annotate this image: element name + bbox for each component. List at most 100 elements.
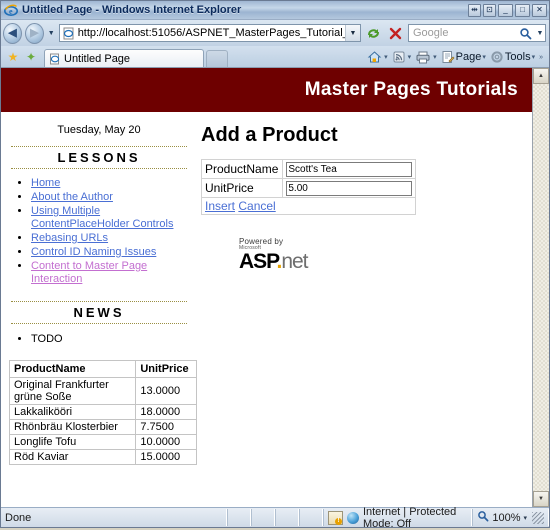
- unitprice-input[interactable]: [286, 181, 413, 196]
- status-text: Done: [1, 509, 227, 526]
- protected-mode-icon: [327, 510, 343, 525]
- site-title: Master Pages Tutorials: [304, 79, 518, 100]
- table-header-row: ProductName UnitPrice: [8, 360, 197, 378]
- browser-window: e Untitled Page - Windows Internet Explo…: [0, 0, 550, 530]
- printer-dropdown-icon[interactable]: ▾: [432, 53, 440, 61]
- resize-grip[interactable]: [532, 511, 545, 524]
- cell-unitprice: 15.0000: [135, 449, 197, 465]
- cell-unitprice: 13.0000: [135, 377, 197, 405]
- zoom-control[interactable]: 100% ▾: [472, 509, 550, 526]
- sidebar-item-home[interactable]: Home: [31, 177, 60, 189]
- table-row: Rhönbräu Klosterbier 7.7500: [8, 419, 197, 435]
- search-icon[interactable]: [517, 27, 535, 40]
- logo-aspnet-text: ASP.net: [239, 251, 532, 272]
- sidebar-item-about-the-author[interactable]: About the Author: [31, 191, 113, 203]
- logo-net-text: net: [281, 250, 308, 273]
- history-dropdown-icon[interactable]: ▼: [47, 30, 56, 37]
- security-zone[interactable]: Internet | Protected Mode: Off: [322, 506, 473, 530]
- sidebar-item-using-multiple-contentplaceholder-controls[interactable]: Using Multiple ContentPlaceHolder Contro…: [31, 205, 173, 230]
- column-header-unitprice: UnitPrice: [135, 360, 197, 378]
- close-button[interactable]: ✕: [532, 3, 547, 17]
- table-row: Original Frankfurter grüne Soße 13.0000: [8, 377, 197, 405]
- sidebar: Tuesday, May 20 LESSONS Home About the A…: [1, 112, 197, 465]
- restore-group-button[interactable]: ⇹: [468, 3, 481, 17]
- internet-explorer-icon: e: [4, 3, 18, 17]
- home-dropdown-icon[interactable]: ▾: [383, 53, 391, 61]
- search-box[interactable]: Google ▼: [407, 24, 546, 42]
- status-slot-3: [274, 509, 299, 526]
- search-input[interactable]: Google: [409, 27, 517, 39]
- list-item: Using Multiple ContentPlaceHolder Contro…: [31, 205, 197, 231]
- gear-icon[interactable]: [489, 50, 505, 64]
- label-productname: ProductName: [200, 159, 284, 179]
- current-date: Tuesday, May 20: [57, 124, 141, 136]
- status-slot-4: [298, 509, 323, 526]
- list-item: Control ID Naming Issues: [31, 246, 197, 259]
- tools-menu-label[interactable]: Tools: [505, 51, 531, 63]
- cell-unitprice: 18.0000: [135, 404, 197, 420]
- table-row: Röd Kaviar 15.0000: [8, 449, 197, 465]
- cell-productname: Röd Kaviar: [8, 449, 137, 465]
- security-zone-label: Internet | Protected Mode: Off: [362, 505, 457, 530]
- favorites-center-icon[interactable]: ★: [4, 47, 22, 67]
- internet-zone-icon: [346, 511, 359, 524]
- page-scrollbar[interactable]: ▲ ▼: [532, 68, 549, 507]
- form-row-unitprice: UnitPrice: [200, 178, 417, 198]
- main-content: Add a Product ProductName UnitPrice: [197, 112, 532, 272]
- page-dropdown-icon[interactable]: ▾: [481, 53, 489, 61]
- cell-unitprice: 7.7500: [135, 419, 197, 435]
- add-to-favorites-icon[interactable]: ✦: [22, 47, 40, 67]
- productname-input[interactable]: [286, 162, 413, 177]
- field-productname-cell: [282, 159, 417, 179]
- rss-icon[interactable]: [391, 50, 407, 64]
- cell-unitprice: 10.0000: [135, 434, 197, 450]
- tools-dropdown-icon[interactable]: ▾: [531, 53, 539, 61]
- status-bar: Done Internet | Protected Mode: Off 100%…: [1, 506, 550, 530]
- page-icon: [62, 27, 75, 40]
- logo-powered-by-text: Powered by: [239, 237, 284, 246]
- insert-link[interactable]: Insert: [205, 199, 235, 213]
- home-icon[interactable]: [366, 50, 383, 64]
- address-input[interactable]: http://localhost:51056/ASPNET_MasterPage…: [58, 24, 361, 42]
- restore-button[interactable]: ⊡: [483, 3, 496, 17]
- status-slot-2: [250, 509, 275, 526]
- page-title: Add a Product: [201, 124, 338, 146]
- list-item: About the Author: [31, 191, 197, 204]
- sidebar-item-content-to-master-page-interaction[interactable]: Content to Master Page Interaction: [31, 260, 147, 285]
- forward-button[interactable]: ▶: [24, 22, 44, 44]
- command-bar: ▾ ▾ ▾ Page ▾ Tools ▾ »: [366, 47, 549, 67]
- stop-button[interactable]: [386, 24, 405, 43]
- address-dropdown-icon[interactable]: ▼: [344, 25, 360, 41]
- refresh-button[interactable]: [364, 24, 383, 43]
- page-viewport: Master Pages Tutorials Tuesday, May 20 L…: [1, 67, 549, 507]
- maximize-button[interactable]: □: [515, 3, 530, 17]
- form-actions: Insert Cancel: [200, 197, 417, 215]
- sidebar-item-control-id-naming-issues[interactable]: Control ID Naming Issues: [31, 246, 156, 258]
- form-row-actions: Insert Cancel: [200, 197, 417, 215]
- news-heading: NEWS: [11, 301, 187, 324]
- form-row-productname: ProductName: [200, 159, 417, 179]
- products-grid-head: ProductName UnitPrice: [8, 360, 197, 378]
- window-title: Untitled Page - Windows Internet Explore…: [22, 4, 242, 16]
- new-tab-button[interactable]: [206, 50, 228, 67]
- list-item: Home: [31, 177, 197, 190]
- browser-tab[interactable]: Untitled Page: [44, 49, 204, 67]
- page-columns: Tuesday, May 20 LESSONS Home About the A…: [1, 112, 532, 465]
- products-grid-wrapper: ProductName UnitPrice Original Frankfurt…: [8, 360, 197, 465]
- command-overflow-icon[interactable]: »: [538, 54, 546, 61]
- cancel-link[interactable]: Cancel: [238, 199, 275, 213]
- products-grid: ProductName UnitPrice Original Frankfurt…: [8, 360, 197, 465]
- scroll-down-button[interactable]: ▼: [533, 491, 549, 507]
- back-button[interactable]: ◀: [3, 22, 22, 44]
- page-menu-label[interactable]: Page: [456, 51, 482, 63]
- news-list: TODO: [1, 332, 197, 346]
- search-dropdown-icon[interactable]: ▼: [535, 30, 545, 37]
- page-tools-icon[interactable]: [440, 50, 456, 64]
- zoom-dropdown-icon[interactable]: ▾: [524, 514, 528, 522]
- minimize-button[interactable]: _: [498, 3, 513, 17]
- sidebar-item-rebasing-urls[interactable]: Rebasing URLs: [31, 232, 108, 244]
- scroll-up-button[interactable]: ▲: [533, 68, 549, 84]
- rss-dropdown-icon[interactable]: ▾: [407, 53, 415, 61]
- printer-icon[interactable]: [414, 50, 432, 64]
